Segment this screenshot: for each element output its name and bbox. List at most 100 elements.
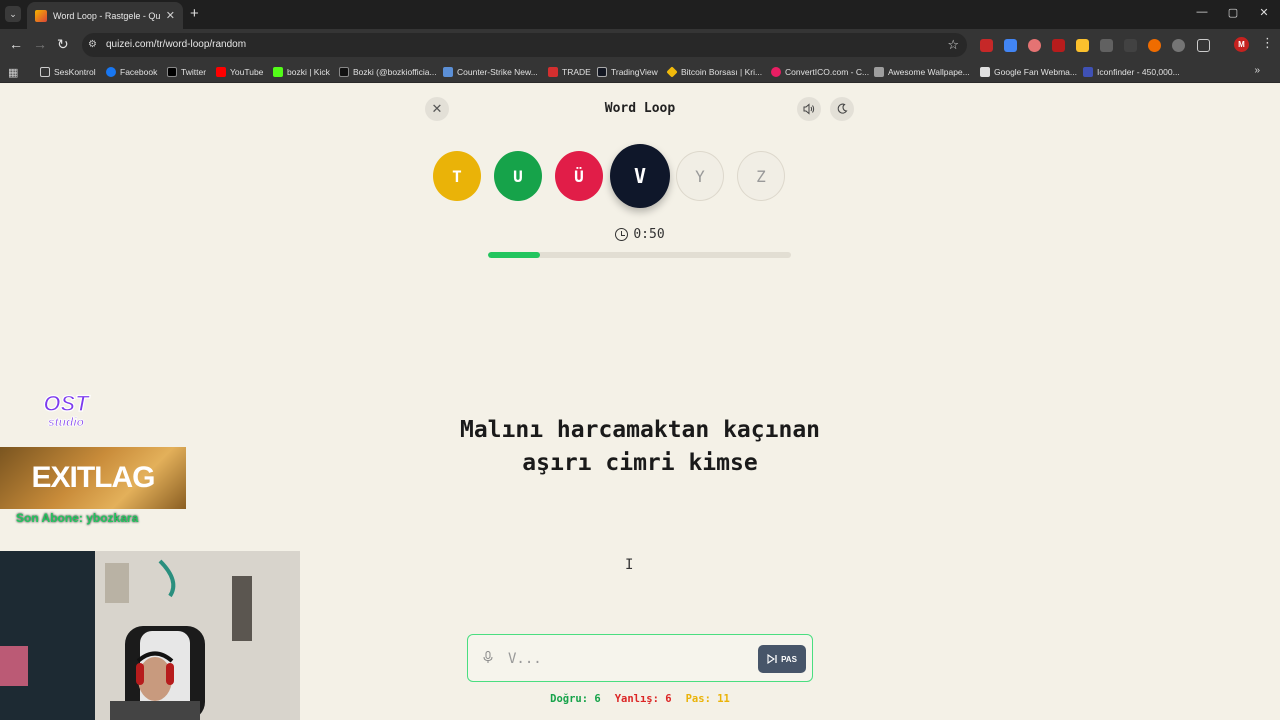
extension-icon[interactable] xyxy=(980,39,993,52)
bookmark-item[interactable]: TRADE xyxy=(548,61,591,83)
folder-icon xyxy=(40,67,50,77)
wallpaper-icon xyxy=(874,67,884,77)
timer: 0:50 xyxy=(540,227,740,242)
answer-box: PAS xyxy=(467,634,813,682)
facebook-icon xyxy=(106,67,116,77)
extension-icon[interactable] xyxy=(1028,39,1041,52)
extensions-puzzle-icon[interactable] xyxy=(1197,39,1210,52)
bookmark-item[interactable]: Awesome Wallpape... xyxy=(874,61,970,83)
bookmark-item[interactable]: bozki | Kick xyxy=(273,61,330,83)
correct-count: Doğru: 6 xyxy=(550,693,601,705)
bookmark-label: Facebook xyxy=(120,67,158,77)
browser-menu-icon[interactable]: ⋮ xyxy=(1261,35,1274,51)
bookmark-item[interactable]: Twitter xyxy=(167,61,206,83)
reload-icon[interactable]: ↻ xyxy=(57,37,69,51)
window-close-icon[interactable]: ✕ xyxy=(1256,6,1272,19)
time-progress-bar xyxy=(488,252,791,258)
bookmark-label: bozki | Kick xyxy=(287,67,330,77)
site-info-icon[interactable]: ⚙ xyxy=(88,39,100,51)
extension-icon[interactable] xyxy=(1172,39,1185,52)
sound-toggle-button[interactable] xyxy=(797,97,821,121)
more-bookmarks-icon[interactable]: » xyxy=(1254,65,1260,76)
extension-icon[interactable] xyxy=(1100,39,1113,52)
bookmark-label: YouTube xyxy=(230,67,264,77)
pass-label: PAS xyxy=(781,654,797,664)
trade-icon xyxy=(548,67,558,77)
score-stats: Doğru: 6 Yanlış: 6 Pas: 11 xyxy=(490,693,790,705)
microphone-icon[interactable] xyxy=(483,651,493,667)
bookmark-label: SesKontrol xyxy=(54,67,96,77)
letter-circle-active: V xyxy=(610,144,670,208)
clue-line: Malını harcamaktan kaçınan xyxy=(459,417,821,443)
webcam-image xyxy=(0,551,300,720)
pass-count: Pas: 11 xyxy=(685,693,730,705)
bookmark-item[interactable]: Counter-Strike New... xyxy=(443,61,538,83)
bookmarks-bar: ▦ SesKontrol Facebook Twitter YouTube bo… xyxy=(0,61,1280,83)
tab-search-icon[interactable]: ⌄ xyxy=(5,6,21,22)
bookmark-label: TRADE xyxy=(562,67,591,77)
bookmark-item[interactable]: YouTube xyxy=(216,61,263,83)
back-icon[interactable]: ← xyxy=(9,37,23,51)
sponsor-text: EXITLAG xyxy=(31,461,155,494)
logo-line: OST xyxy=(43,391,90,416)
clue-line: aşırı cimri kimse xyxy=(522,450,758,476)
answer-input[interactable] xyxy=(508,647,708,671)
bookmark-item[interactable]: Google Fan Webma... xyxy=(980,61,1077,83)
theme-toggle-button[interactable] xyxy=(830,97,854,121)
kick-icon xyxy=(273,67,283,77)
webcam-feed xyxy=(0,551,300,720)
extension-icon[interactable] xyxy=(1052,39,1065,52)
last-subscriber-label: Son Abone: ybozkara xyxy=(16,511,139,525)
pass-button[interactable]: PAS xyxy=(758,645,806,673)
url-text[interactable]: quizei.com/tr/word-loop/random xyxy=(106,39,246,50)
bookmark-item[interactable]: Facebook xyxy=(106,61,157,83)
bookmark-item[interactable]: SesKontrol xyxy=(40,61,96,83)
maximize-icon[interactable]: ▢ xyxy=(1225,6,1241,19)
extension-icon[interactable] xyxy=(1148,39,1161,52)
letter-circle: T xyxy=(433,151,481,201)
address-bar[interactable]: ⚙ quizei.com/tr/word-loop/random ☆ xyxy=(82,33,967,57)
bookmark-item[interactable]: Bitcoin Borsası | Kri... xyxy=(666,61,763,83)
apps-grid-icon[interactable]: ▦ xyxy=(8,66,18,79)
webmaster-icon xyxy=(980,67,990,77)
bookmark-item[interactable]: TradingView xyxy=(597,61,658,83)
letter-circle: Ü xyxy=(555,151,603,201)
tradingview-icon xyxy=(597,67,607,77)
bookmark-item[interactable]: Bozki (@bozkiofficia... xyxy=(339,61,437,83)
close-game-button[interactable]: ✕ xyxy=(425,97,449,121)
tab-title: Word Loop - Rastgele - Quizei xyxy=(53,10,160,21)
browser-toolbar: ← → ↻ ⚙ quizei.com/tr/word-loop/random ☆… xyxy=(0,29,1280,61)
iconfinder-icon xyxy=(1083,67,1093,77)
wrong-count: Yanlış: 6 xyxy=(614,693,672,705)
extension-icon[interactable] xyxy=(1076,39,1089,52)
logo-line: studio xyxy=(48,415,84,429)
bookmark-item[interactable]: ConvertICO.com - C... xyxy=(771,61,869,83)
browser-tab-active[interactable]: Word Loop - Rastgele - Quizei ✕ xyxy=(27,2,183,29)
extension-icon[interactable] xyxy=(1124,39,1137,52)
profile-avatar[interactable]: M xyxy=(1234,37,1249,52)
clock-icon xyxy=(615,228,629,241)
bookmark-label: Iconfinder - 450,000... xyxy=(1097,67,1180,77)
game-title: Word Loop xyxy=(604,101,676,116)
browser-tab-bar: ⌄ Word Loop - Rastgele - Quizei ✕ + — ▢ … xyxy=(0,0,1280,29)
bookmark-label: Google Fan Webma... xyxy=(994,67,1077,77)
timer-value: 0:50 xyxy=(633,227,665,242)
letter-circle: U xyxy=(494,151,542,201)
letter-circle: Y xyxy=(676,151,724,201)
new-tab-icon[interactable]: + xyxy=(190,5,199,23)
bookmark-star-icon[interactable]: ☆ xyxy=(947,37,959,53)
converticon-icon xyxy=(771,67,781,77)
tiktok-icon xyxy=(339,67,349,77)
moon-icon xyxy=(837,103,848,114)
bookmark-label: Bitcoin Borsası | Kri... xyxy=(681,67,763,77)
bookmark-item[interactable]: Iconfinder - 450,000... xyxy=(1083,61,1180,83)
binance-icon xyxy=(666,66,678,78)
skip-icon xyxy=(767,654,777,664)
forward-icon[interactable]: → xyxy=(33,37,47,51)
translate-extension-icon[interactable] xyxy=(1004,39,1017,52)
bookmark-label: Twitter xyxy=(181,67,207,77)
time-progress-fill xyxy=(488,252,540,258)
minimize-icon[interactable]: — xyxy=(1194,6,1210,18)
counter-strike-icon xyxy=(443,67,453,77)
tab-close-icon[interactable]: ✕ xyxy=(166,9,175,22)
